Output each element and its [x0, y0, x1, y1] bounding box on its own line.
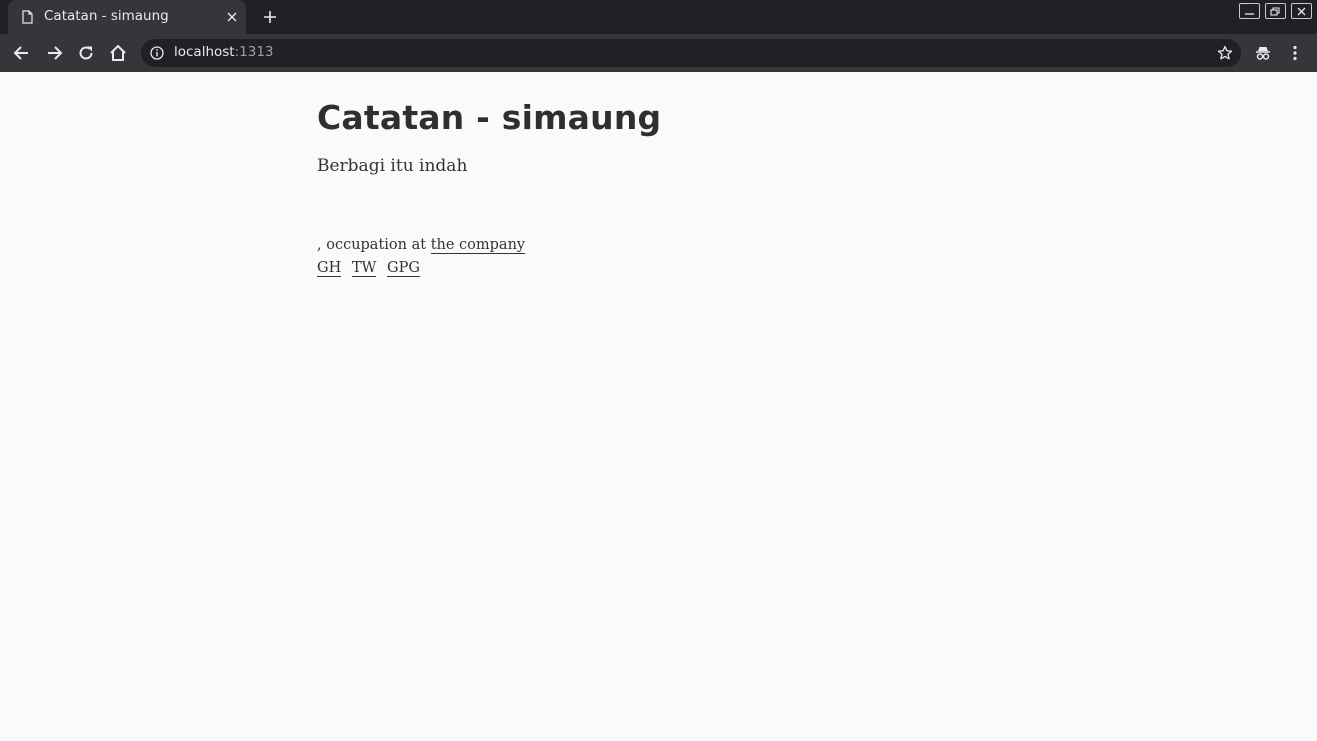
- minimize-button[interactable]: [1239, 3, 1260, 19]
- close-tab-icon[interactable]: [224, 9, 240, 25]
- site-description: Berbagi itu indah: [317, 156, 468, 176]
- reload-icon[interactable]: [76, 43, 96, 63]
- minimize-icon: [1245, 13, 1254, 15]
- gpg-link[interactable]: GPG: [387, 260, 420, 277]
- address-bar[interactable]: localhost:1313: [141, 39, 1241, 67]
- author-bio: , occupation at the company: [317, 237, 526, 254]
- bookmark-star-icon[interactable]: [1217, 45, 1233, 61]
- tab-title: Catatan - simaung: [44, 8, 169, 24]
- site-title[interactable]: Catatan - simaung: [317, 98, 661, 137]
- url-host: localhost: [174, 44, 235, 60]
- restore-icon: [1270, 7, 1280, 16]
- close-window-icon: [1297, 7, 1306, 16]
- url-text: localhost:1313: [174, 44, 274, 60]
- browser-toolbar: localhost:1313: [0, 34, 1317, 72]
- home-icon[interactable]: [108, 43, 128, 63]
- info-icon[interactable]: [150, 46, 164, 60]
- github-link[interactable]: GH: [317, 260, 342, 277]
- menu-dots-icon[interactable]: [1285, 43, 1305, 63]
- browser-tab[interactable]: Catatan - simaung: [8, 0, 246, 34]
- bio-text: , occupation at: [317, 237, 431, 253]
- company-link[interactable]: the company: [430, 237, 526, 254]
- url-port: :1313: [234, 44, 274, 60]
- social-links: GH TW GPG: [317, 260, 426, 277]
- incognito-icon[interactable]: [1253, 43, 1273, 63]
- restore-button[interactable]: [1265, 3, 1286, 19]
- twitter-link[interactable]: TW: [351, 260, 377, 277]
- tab-strip: Catatan - simaung: [0, 0, 1317, 34]
- close-window-button[interactable]: [1291, 3, 1312, 19]
- new-tab-icon[interactable]: [262, 9, 278, 25]
- forward-arrow-icon[interactable]: [44, 43, 64, 63]
- document-icon: [22, 10, 33, 24]
- back-arrow-icon[interactable]: [12, 43, 32, 63]
